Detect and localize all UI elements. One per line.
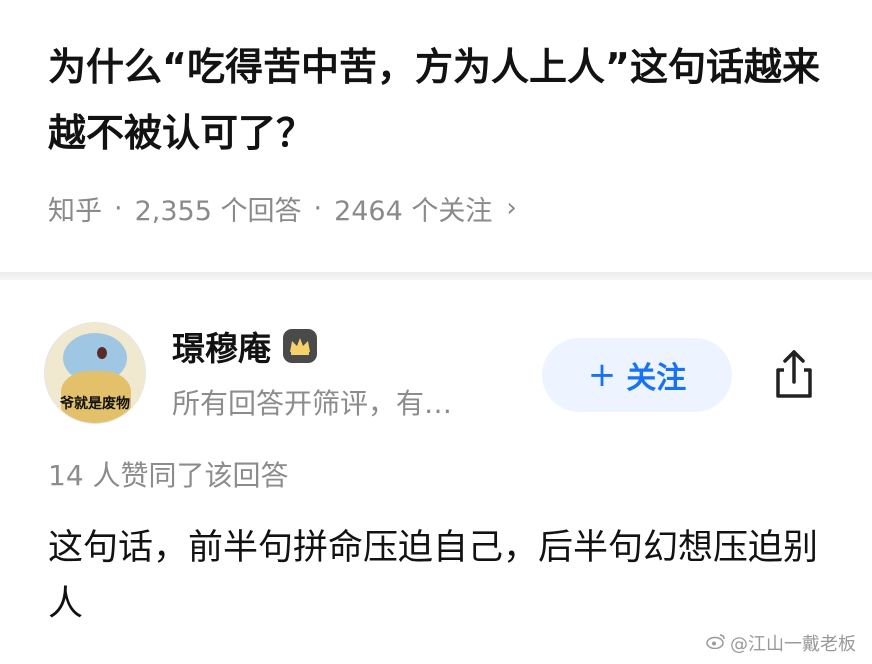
question-meta[interactable]: 知乎 · 2,355 个回答 · 2464 个关注 › [48,186,517,230]
answerer-name[interactable]: 璟穆庵 [172,322,271,370]
answers-count: 2,355 个回答 [134,195,302,227]
weibo-icon [706,633,726,654]
avatar[interactable]: 爷就是废物 [44,322,146,424]
crown-icon [283,329,317,363]
source-label: 知乎 [48,195,102,227]
watermark-text: @江山一戴老板 [730,634,856,655]
chevron-right-icon: › [506,193,517,223]
separator: · [313,192,323,224]
watermark: @江山一戴老板 [706,630,856,656]
likes-count: 14 人赞同了该回答 [48,459,289,492]
section-divider [0,272,872,280]
share-icon[interactable] [766,346,822,402]
plus-icon: + [587,355,617,395]
separator: · [114,192,123,224]
avatar-caption: 爷就是废物 [60,396,130,412]
question-title[interactable]: 为什么“吃得苦中苦，方为人上人”这句话越来越不被认可了？ [48,34,838,166]
followers-count: 2464 个关注 [334,195,493,227]
answerer-name-row: 璟穆庵 [172,322,317,370]
follow-label: 关注 [626,361,687,396]
avatar-eye [97,347,107,359]
answerer-subtitle: 所有回答开筛评，有… [172,387,453,420]
follow-button[interactable]: + 关注 [542,338,732,412]
answer-content[interactable]: 这句话，前半句拼命压迫自己，后半句幻想压迫别人 [48,520,848,632]
